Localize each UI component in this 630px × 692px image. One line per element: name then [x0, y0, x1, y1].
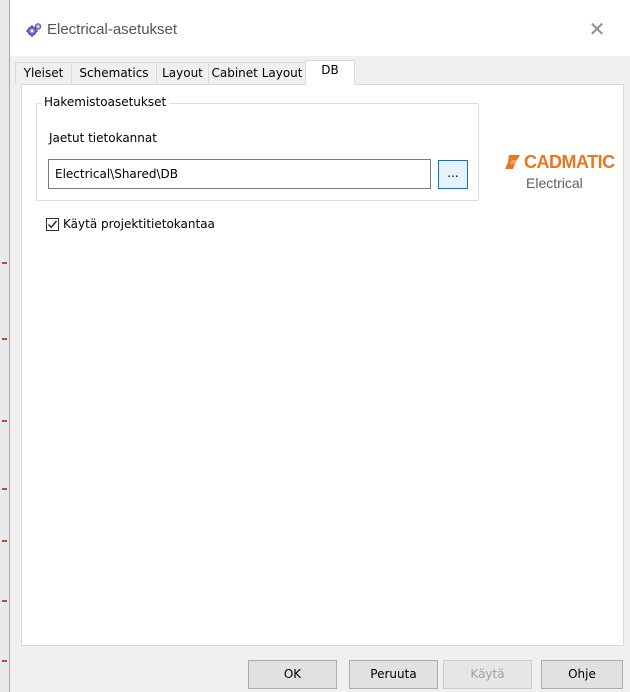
shared-databases-label: Jaetut tietokannat — [49, 131, 157, 145]
background-mark — [2, 600, 7, 602]
background-mark — [2, 420, 7, 422]
cancel-button[interactable]: Peruuta — [349, 660, 438, 689]
window-title: Electrical-asetukset — [47, 21, 178, 38]
gear-icon — [26, 23, 42, 37]
tab-cabinet-layout[interactable]: Cabinet Layout — [208, 62, 306, 84]
tab-yleiset[interactable]: Yleiset — [15, 62, 72, 84]
logo-product-text: Electrical — [526, 175, 583, 191]
settings-dialog: Electrical-asetukset ✕ Yleiset Schematic… — [9, 0, 630, 692]
cadmatic-logo: CADMATIC Electrical — [505, 151, 615, 195]
title-bar[interactable]: Electrical-asetukset ✕ — [10, 0, 630, 56]
background-mark — [2, 488, 7, 490]
shared-databases-path-input[interactable]: Electrical\Shared\DB — [48, 159, 431, 189]
background-mark — [2, 338, 7, 340]
tab-schematics[interactable]: Schematics — [71, 62, 157, 84]
group-title: Hakemistoasetukset — [41, 95, 170, 109]
background-mark — [2, 262, 7, 264]
use-project-db-label: Käytä projektitietokantaa — [63, 217, 215, 231]
background-mark — [2, 660, 7, 662]
db-tab-panel: Hakemistoasetukset Jaetut tietokannat El… — [21, 84, 624, 646]
apply-button[interactable]: Käytä — [443, 660, 532, 689]
directory-settings-group: Hakemistoasetukset Jaetut tietokannat El… — [36, 95, 479, 201]
browse-button[interactable]: ... — [438, 160, 468, 189]
use-project-db-checkbox[interactable] — [46, 217, 59, 231]
use-project-db-option[interactable]: Käytä projektitietokantaa — [46, 216, 215, 232]
background-window-strip — [0, 0, 9, 692]
tab-db[interactable]: DB — [305, 60, 355, 85]
cadmatic-logo-icon — [505, 155, 520, 169]
tab-layout[interactable]: Layout — [156, 62, 209, 84]
help-button[interactable]: Ohje — [541, 660, 623, 689]
logo-brand-text: CADMATIC — [524, 151, 615, 172]
checkmark-icon — [47, 220, 58, 228]
ok-button[interactable]: OK — [248, 660, 337, 689]
background-mark — [2, 540, 7, 542]
close-icon[interactable]: ✕ — [582, 16, 612, 42]
